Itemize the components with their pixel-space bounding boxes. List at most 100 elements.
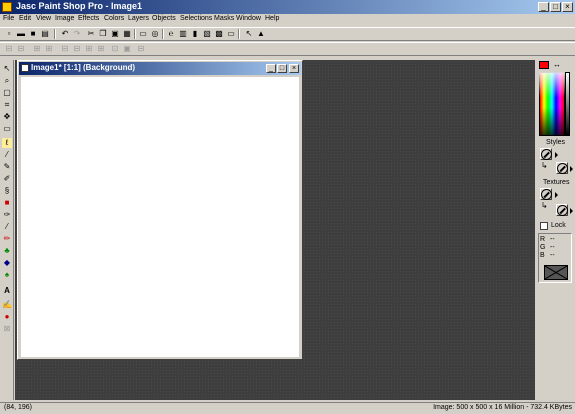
ie-icon[interactable]: ℮ xyxy=(166,29,176,39)
image-minimize-button[interactable]: _ xyxy=(266,64,276,73)
toolbar-separator xyxy=(238,29,240,39)
screen-capture-icon[interactable]: ◎ xyxy=(150,29,160,39)
lock-label: Lock xyxy=(551,222,566,229)
redo-icon[interactable]: ↷ xyxy=(72,29,82,39)
align-icon[interactable]: ⊟ xyxy=(4,44,14,54)
image-maximize-button[interactable]: □ xyxy=(277,64,287,73)
swap-colors-icon[interactable]: ↔ xyxy=(551,61,563,69)
deform-icon[interactable]: ▢ xyxy=(2,88,12,98)
image-window-title-bar[interactable]: Image1* [1:1] (Background) _ □ × xyxy=(19,62,301,75)
cursor-position: (84, 196) xyxy=(4,404,33,411)
delete-icon[interactable]: ▦ xyxy=(122,29,132,39)
group-icon[interactable]: ▣ xyxy=(122,44,132,54)
dropdown-arrow-icon[interactable] xyxy=(555,192,558,198)
dropper-icon[interactable]: ⁄ xyxy=(2,150,12,160)
image-window[interactable]: Image1* [1:1] (Background) _ □ × xyxy=(17,60,303,360)
freehand-icon[interactable]: ℓ xyxy=(2,138,12,148)
object-selector-icon[interactable]: ● xyxy=(2,312,12,322)
menu-window[interactable]: Window xyxy=(236,15,261,22)
title-bar: Jasc Paint Shop Pro - Image1 _ □ × xyxy=(0,0,575,14)
selection-icon[interactable]: ▭ xyxy=(2,124,12,134)
browse-icon[interactable]: ▭ xyxy=(138,29,148,39)
g-label: G xyxy=(540,244,546,251)
menu-help[interactable]: Help xyxy=(265,15,279,22)
menu-colors[interactable]: Colors xyxy=(104,15,124,22)
menu-layers[interactable]: Layers xyxy=(128,15,149,22)
group-icon[interactable]: ⊡ xyxy=(110,44,120,54)
web-icon[interactable]: ▥ xyxy=(178,29,188,39)
new-icon[interactable]: ▫ xyxy=(4,29,14,39)
scratch-remover-icon[interactable]: ✑ xyxy=(2,210,12,220)
flood-fill-icon[interactable]: ◆ xyxy=(2,258,12,268)
zoom-icon[interactable]: ⌕ xyxy=(2,76,12,86)
align-icon[interactable]: ⊞ xyxy=(32,44,42,54)
menu-bar: File Edit View Image Effects Colors Laye… xyxy=(0,14,575,26)
open-icon[interactable]: ▬ xyxy=(16,29,26,39)
menu-objects[interactable]: Objects xyxy=(152,15,176,22)
save-icon[interactable]: ■ xyxy=(28,29,38,39)
greyscale-strip[interactable] xyxy=(565,72,570,136)
distribute-icon[interactable]: ⊟ xyxy=(72,44,82,54)
menu-view[interactable]: View xyxy=(36,15,51,22)
menu-selections[interactable]: Selections xyxy=(180,15,212,22)
draw-icon[interactable]: ♠ xyxy=(2,270,12,280)
null-texture-icon xyxy=(541,189,552,200)
dropdown-arrow-icon[interactable] xyxy=(555,152,558,158)
styles-background-swatch[interactable] xyxy=(556,162,568,174)
paintbrush-icon[interactable]: ✎ xyxy=(2,162,12,172)
arrange-icon[interactable]: ⊞ xyxy=(96,44,106,54)
help-icon[interactable]: ↖ xyxy=(244,29,254,39)
menu-file[interactable]: File xyxy=(3,15,14,22)
color-replacer-icon[interactable]: § xyxy=(2,186,12,196)
image-canvas[interactable] xyxy=(21,77,299,357)
arrange-icon[interactable]: ⊞ xyxy=(84,44,94,54)
window-icon[interactable]: ▭ xyxy=(226,29,236,39)
foreground-color-swatch[interactable] xyxy=(539,61,549,69)
print-icon[interactable]: ▤ xyxy=(40,29,50,39)
null-style-icon xyxy=(557,163,568,174)
cut-icon[interactable]: ✂ xyxy=(86,29,96,39)
text-icon[interactable]: A xyxy=(2,286,12,296)
textures-background-swatch[interactable] xyxy=(556,204,568,216)
lock-icon[interactable]: ▲ xyxy=(256,29,266,39)
crop-icon[interactable]: ⌗ xyxy=(2,100,12,110)
swap-texture-icon[interactable]: ↳ xyxy=(541,201,548,210)
layers-icon[interactable]: ▧ xyxy=(202,29,212,39)
lock-checkbox[interactable] xyxy=(540,222,548,230)
arrow-icon[interactable]: ↖ xyxy=(2,64,12,74)
tool-palette: ↖ ⌕ ▢ ⌗ ✥ ▭ ℓ ⁄ ✎ ✐ § ■ ✑ ⁄ ✏ ♣ ◆ ♠ A ✍ … xyxy=(0,60,14,400)
picture-tube-icon[interactable]: ✏ xyxy=(2,234,12,244)
textures-foreground-swatch[interactable] xyxy=(540,188,552,200)
copy-icon[interactable]: ❐ xyxy=(98,29,108,39)
retouch-icon[interactable]: ■ xyxy=(2,198,12,208)
clone-icon[interactable]: ✐ xyxy=(2,174,12,184)
eraser-icon[interactable]: ⁄ xyxy=(2,222,12,232)
undo-icon[interactable]: ↶ xyxy=(60,29,70,39)
histogram-icon[interactable]: ▩ xyxy=(214,29,224,39)
object-selector-icon[interactable]: ⊠ xyxy=(2,324,12,334)
dropdown-arrow-icon[interactable] xyxy=(570,208,573,214)
ungroup-icon[interactable]: ⊟ xyxy=(136,44,146,54)
menu-masks[interactable]: Masks xyxy=(214,15,234,22)
r-label: R xyxy=(540,236,546,243)
distribute-icon[interactable]: ⊟ xyxy=(60,44,70,54)
image-close-button[interactable]: × xyxy=(289,64,299,73)
styles-foreground-swatch[interactable] xyxy=(540,148,552,160)
toolbar-separator xyxy=(162,29,164,39)
align-icon[interactable]: ⊟ xyxy=(16,44,26,54)
menu-edit[interactable]: Edit xyxy=(19,15,31,22)
maximize-button[interactable]: □ xyxy=(550,2,561,12)
paste-icon[interactable]: ▣ xyxy=(110,29,120,39)
dropdown-arrow-icon[interactable] xyxy=(570,166,573,172)
airbrush-icon[interactable]: ♣ xyxy=(2,246,12,256)
preset-shapes-icon[interactable]: ✍ xyxy=(2,300,12,310)
image-icon[interactable]: ▮ xyxy=(190,29,200,39)
swap-style-icon[interactable]: ↳ xyxy=(541,161,548,170)
close-button[interactable]: × xyxy=(562,2,573,12)
align-icon[interactable]: ⊞ xyxy=(44,44,54,54)
minimize-button[interactable]: _ xyxy=(538,2,549,12)
mover-icon[interactable]: ✥ xyxy=(2,112,12,122)
menu-effects[interactable]: Effects xyxy=(78,15,99,22)
menu-image[interactable]: Image xyxy=(55,15,74,22)
status-bar: (84, 196) Image: 500 x 500 x 16 Million … xyxy=(0,402,575,414)
